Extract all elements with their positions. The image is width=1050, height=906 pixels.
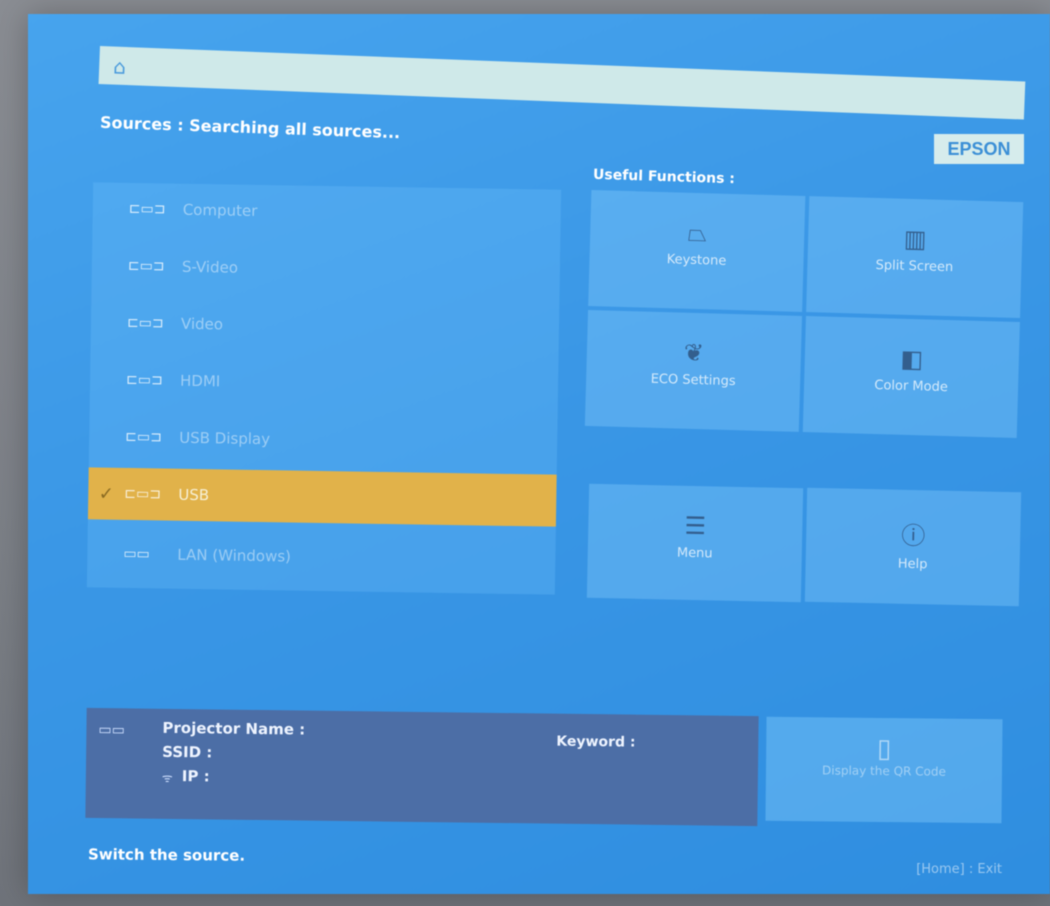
sources-list: ⊏▭⊐ Computer ⊏▭⊐ S-Video ⊏▭⊐ Video ⊏▭⊐ H… bbox=[86, 182, 562, 595]
qr-code-button[interactable]: ▯ Display the QR Code bbox=[765, 716, 1003, 824]
source-item-svideo[interactable]: ⊏▭⊐ S-Video bbox=[91, 239, 560, 298]
ip-label: IP : bbox=[181, 767, 210, 786]
source-item-lan[interactable]: ▭▭ LAN (Windows) bbox=[87, 527, 556, 586]
source-label: Computer bbox=[182, 200, 258, 220]
top-bar: ⌂ bbox=[98, 46, 1026, 120]
useful-functions-title: Useful Functions : bbox=[592, 166, 736, 188]
source-label: USB Display bbox=[179, 428, 271, 449]
useful-functions-grid: ⏢ Keystone ▥ Split Screen ❦ ECO Settings… bbox=[584, 190, 1024, 442]
status-hint: Switch the source. bbox=[87, 845, 246, 865]
source-item-usb-display[interactable]: ⊏▭⊐ USB Display bbox=[89, 410, 558, 469]
color-mode-icon: ◧ bbox=[900, 344, 924, 374]
ssid-label: SSID : bbox=[162, 742, 213, 762]
computer-connector-icon: ⊏▭⊐ bbox=[128, 200, 166, 218]
menu-button[interactable]: ☰ Menu bbox=[586, 483, 804, 603]
source-item-hdmi[interactable]: ⊏▭⊐ HDMI bbox=[90, 353, 559, 412]
leaf-icon: ❦ bbox=[683, 338, 705, 368]
source-item-computer[interactable]: ⊏▭⊐ Computer bbox=[92, 182, 561, 241]
keystone-button[interactable]: ⏢ Keystone bbox=[588, 190, 806, 312]
hdmi-connector-icon: ⊏▭⊐ bbox=[125, 371, 163, 389]
source-label: USB bbox=[178, 485, 210, 505]
source-item-usb[interactable]: ✓ ⊏▭⊐ USB bbox=[87, 467, 557, 527]
projector-name-label: Projector Name : bbox=[162, 718, 306, 739]
source-label: S-Video bbox=[181, 257, 239, 277]
source-item-video[interactable]: ⊏▭⊐ Video bbox=[91, 296, 560, 355]
lan-connector-icon: ▭▭ bbox=[123, 545, 150, 563]
sources-title: Sources : Searching all sources... bbox=[99, 112, 401, 143]
qr-label: Display the QR Code bbox=[821, 763, 946, 779]
source-label: Video bbox=[180, 314, 224, 334]
eco-settings-button[interactable]: ❦ ECO Settings bbox=[584, 309, 803, 432]
menu-icon: ☰ bbox=[684, 511, 707, 541]
usb-display-connector-icon: ⊏▭⊐ bbox=[125, 428, 163, 446]
projector-screen: ⌂ EPSON Sources : Searching all sources.… bbox=[28, 14, 1050, 894]
keystone-icon: ⏢ bbox=[687, 218, 708, 248]
svideo-connector-icon: ⊏▭⊐ bbox=[127, 257, 165, 275]
exit-hint: [Home] : Exit bbox=[916, 862, 1002, 877]
home-icon[interactable]: ⌂ bbox=[113, 55, 127, 79]
lan-icon: ▭▭ bbox=[98, 722, 125, 739]
color-mode-button[interactable]: ◧ Color Mode bbox=[802, 316, 1020, 438]
help-button[interactable]: ⓘ Help bbox=[804, 487, 1022, 607]
checkmark-icon: ✓ bbox=[98, 482, 115, 505]
usb-connector-icon: ⊏▭⊐ bbox=[124, 485, 162, 503]
split-screen-button[interactable]: ▥ Split Screen bbox=[806, 196, 1024, 319]
source-label: HDMI bbox=[179, 371, 221, 391]
brand-logo: EPSON bbox=[934, 134, 1024, 164]
help-icon: ⓘ bbox=[900, 521, 926, 551]
video-connector-icon: ⊏▭⊐ bbox=[126, 314, 164, 332]
keyword-label: Keyword : bbox=[556, 733, 636, 751]
split-screen-icon: ▥ bbox=[903, 224, 927, 254]
network-info-panel: ▭▭ Projector Name : SSID : ᯤ IP : Keywor… bbox=[85, 707, 759, 827]
phone-icon: ▯ bbox=[876, 733, 892, 765]
wifi-icon: ᯤ bbox=[161, 770, 173, 785]
source-label: LAN (Windows) bbox=[177, 545, 292, 566]
